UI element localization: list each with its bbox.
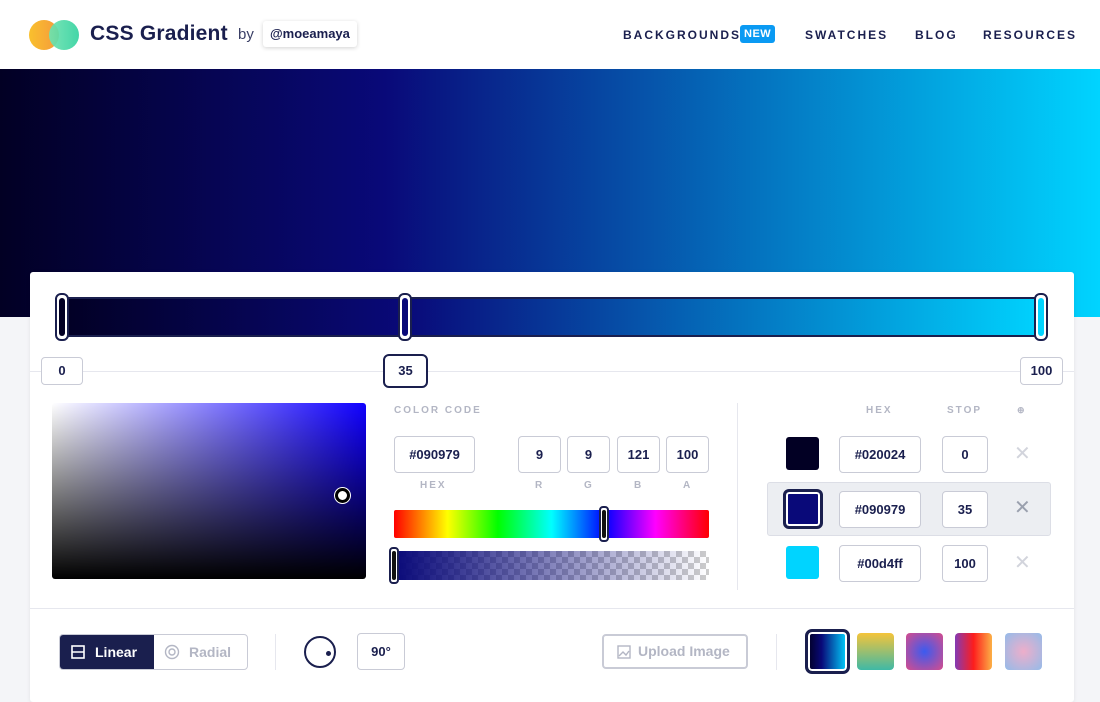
linear-gradient-icon (71, 645, 85, 659)
gradient-bar[interactable] (59, 297, 1048, 337)
radial-gradient-icon (164, 644, 180, 660)
nav-resources[interactable]: RESOURCES (983, 28, 1077, 42)
stop-hex-input-100[interactable]: #00d4ff (839, 545, 921, 582)
color-code-label: COLOR CODE (394, 405, 482, 416)
preset-current[interactable] (805, 629, 850, 674)
stop-position-0[interactable]: 0 (41, 357, 83, 385)
divider (737, 403, 738, 590)
stop-pos-input-100[interactable]: 100 (942, 545, 988, 582)
linear-label: Linear (95, 644, 138, 660)
hue-slider-handle[interactable] (599, 506, 609, 542)
stop-swatch-0[interactable] (786, 437, 819, 470)
remove-stop-35-icon[interactable]: ✕ (1014, 497, 1031, 517)
upload-image-label: Upload Image (638, 643, 730, 659)
preset-2[interactable] (857, 633, 894, 670)
nav-swatches[interactable]: SWATCHES (805, 28, 888, 42)
picker-cursor[interactable] (335, 488, 350, 503)
stop-hex-input-35[interactable]: #090979 (839, 491, 921, 528)
preset-4[interactable] (955, 633, 992, 670)
add-stop-icon[interactable]: ⊕ (1017, 405, 1025, 416)
nav-blog[interactable]: BLOG (915, 28, 958, 42)
new-badge: NEW (740, 25, 776, 43)
stop-hex-input-0[interactable]: #020024 (839, 436, 921, 473)
logo-icon[interactable] (29, 20, 79, 50)
stop-position-100[interactable]: 100 (1020, 357, 1063, 385)
a-label: A (683, 480, 693, 491)
divider (30, 608, 1074, 609)
stop-pos-input-35[interactable]: 35 (942, 491, 988, 528)
site-header: CSS Gradient by @moeamaya BACKGROUNDS NE… (0, 0, 1100, 69)
g-label: G (584, 480, 594, 491)
b-label: B (634, 480, 644, 491)
linear-button[interactable]: Linear (60, 635, 154, 669)
r-label: R (535, 480, 545, 491)
radial-label: Radial (189, 644, 232, 660)
r-input[interactable]: 9 (518, 436, 561, 473)
stop-position-35[interactable]: 35 (383, 354, 428, 388)
divider (776, 634, 777, 670)
hex-label: HEX (420, 480, 447, 491)
saturation-value-picker[interactable] (52, 403, 366, 579)
gradient-type-toggle: Linear Radial (59, 634, 248, 670)
stop-handle-35[interactable] (398, 293, 412, 341)
upload-image-button[interactable]: Upload Image (602, 634, 748, 669)
image-icon (617, 645, 631, 659)
remove-stop-0-icon[interactable]: ✕ (1014, 443, 1031, 463)
stop-swatch-100[interactable] (786, 546, 819, 579)
stop-pos-input-0[interactable]: 0 (942, 436, 988, 473)
brand-title[interactable]: CSS Gradient (90, 22, 228, 46)
remove-stop-100-icon[interactable]: ✕ (1014, 552, 1031, 572)
angle-dial-icon[interactable] (304, 636, 336, 668)
stop-swatch-35[interactable] (783, 489, 823, 529)
b-input[interactable]: 121 (617, 436, 660, 473)
nav-backgrounds[interactable]: BACKGROUNDS (623, 28, 741, 42)
stops-hex-header: HEX (866, 405, 893, 416)
preset-3[interactable] (906, 633, 943, 670)
radial-button[interactable]: Radial (154, 635, 247, 669)
alpha-slider-handle[interactable] (389, 547, 399, 584)
hue-slider[interactable] (394, 510, 709, 538)
stop-track-line (30, 371, 1074, 372)
author-handle-link[interactable]: @moeamaya (263, 21, 357, 47)
hex-input[interactable]: #090979 (394, 436, 475, 473)
by-label: by (238, 26, 254, 43)
alpha-slider[interactable] (394, 551, 709, 580)
g-input[interactable]: 9 (567, 436, 610, 473)
a-input[interactable]: 100 (666, 436, 709, 473)
stop-handle-100[interactable] (1034, 293, 1048, 341)
divider (275, 634, 276, 670)
preset-5[interactable] (1005, 633, 1042, 670)
stops-stop-header: STOP (947, 405, 983, 416)
stop-handle-0[interactable] (55, 293, 69, 341)
angle-input[interactable]: 90° (357, 633, 405, 670)
